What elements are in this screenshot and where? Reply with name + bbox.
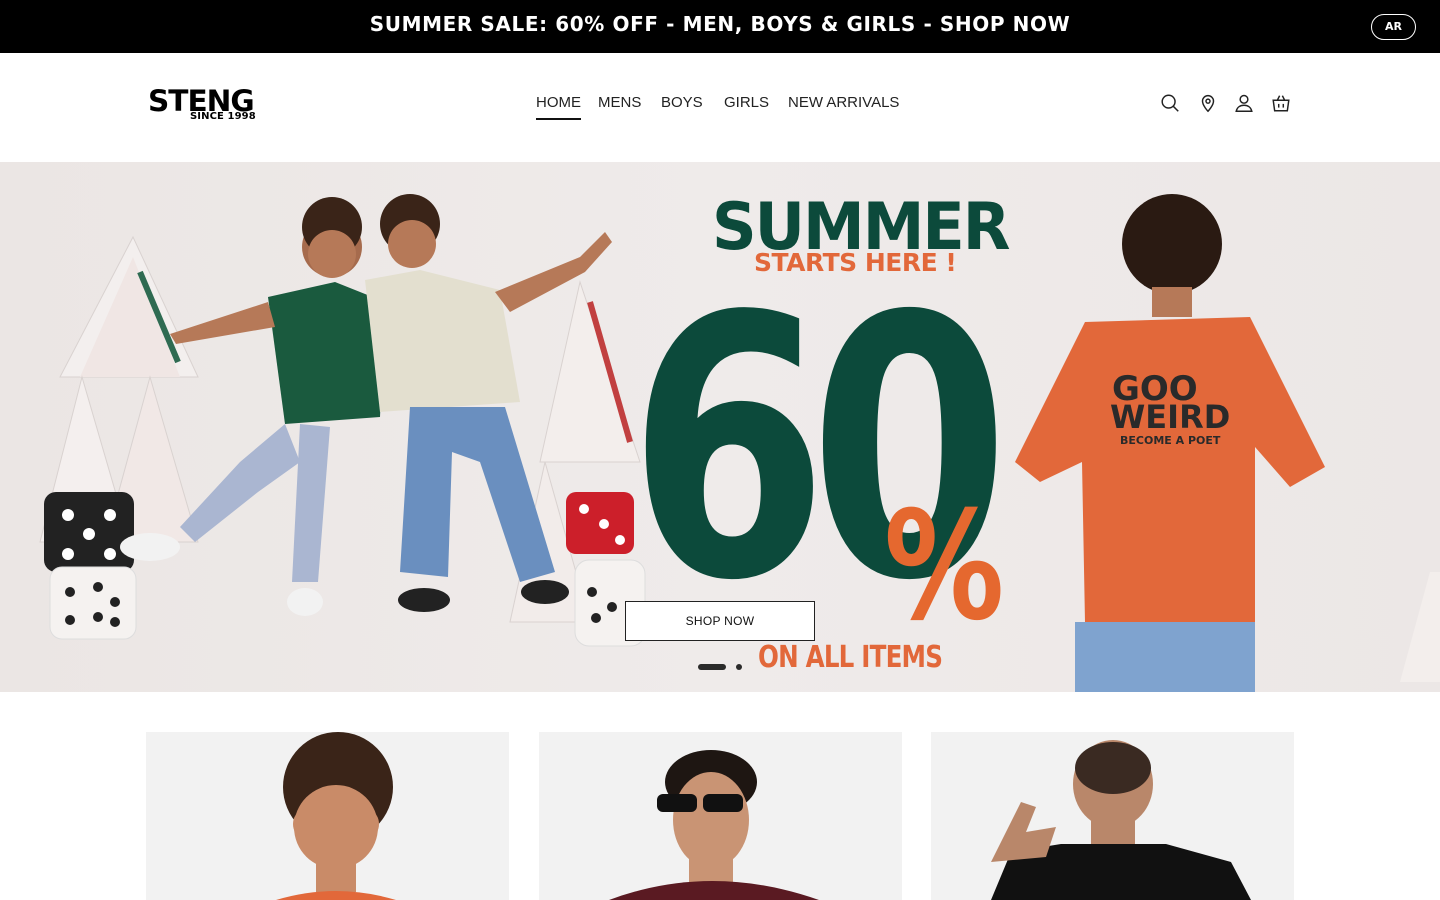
shopping-bag-icon[interactable] [1269,91,1293,115]
hero-banner[interactable]: GOO WEIRD BECOME A POET 60 % SUMMER STAR… [0,162,1440,692]
category-image-man-back [991,740,1251,900]
carousel-dot[interactable] [736,664,742,670]
announcement-bar: SUMMER SALE: 60% OFF - MEN, BOYS & GIRLS… [0,0,1440,53]
hero-footer-text: ON ALL ITEMS [758,640,943,675]
category-tile-mens[interactable] [539,732,902,900]
announcement-text[interactable]: SUMMER SALE: 60% OFF - MEN, BOYS & GIRLS… [0,12,1440,36]
carousel-dot-active[interactable] [698,664,726,670]
nav-item-home[interactable]: HOME [536,94,581,120]
kid-green-polo-figure [120,197,385,616]
nav-item-mens[interactable]: MENS [598,94,641,111]
category-tile-boys[interactable] [146,732,509,900]
shirt-print-line3: BECOME A POET [1120,434,1221,447]
brand-logo[interactable]: STENG SINCE 1998 [148,84,258,124]
location-pin-icon[interactable] [1196,91,1220,115]
shop-now-button[interactable]: SHOP NOW [625,601,815,641]
category-image-boy [276,732,396,900]
site-header: STENG SINCE 1998 HOME MENS BOYS GIRLS NE… [0,53,1440,162]
kid-orange-tshirt-figure: GOO WEIRD BECOME A POET [1015,194,1325,692]
hero-subheadline: STARTS HERE ! [754,248,957,277]
user-account-icon[interactable] [1232,91,1256,115]
brand-logo-tagline: SINCE 1998 [190,111,256,122]
nav-item-girls[interactable]: GIRLS [724,94,769,111]
nav-item-new-arrivals[interactable]: NEW ARRIVALS [788,94,899,111]
hero-discount-percent: % [884,480,1005,654]
category-image-man-sunglasses [609,750,819,900]
search-icon[interactable] [1158,91,1182,115]
language-toggle-button[interactable]: AR [1371,14,1416,40]
nav-item-boys[interactable]: BOYS [661,94,703,111]
shirt-print-line2: WEIRD [1110,398,1230,436]
category-tile-new-arrivals[interactable] [931,732,1294,900]
